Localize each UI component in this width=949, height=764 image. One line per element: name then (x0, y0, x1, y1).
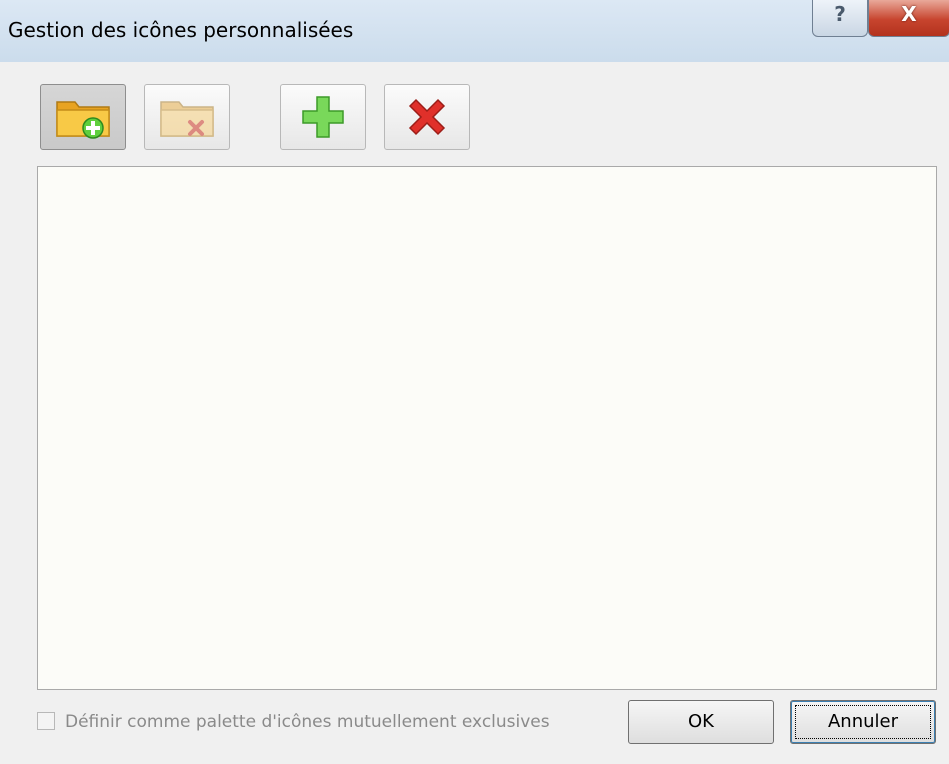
cancel-button-label: Annuler (827, 711, 898, 732)
dialog-body: Définir comme palette d'icônes mutuellem… (8, 62, 949, 764)
ok-button[interactable]: OK (628, 700, 774, 744)
red-x-icon (408, 98, 446, 136)
icon-list[interactable] (37, 166, 937, 690)
green-plus-icon (302, 96, 344, 138)
help-icon: ? (834, 2, 846, 26)
title-bar: Gestion des icônes personnalisées ? X (0, 0, 949, 62)
cancel-button[interactable]: Annuler (790, 700, 936, 744)
delete-folder-button[interactable] (144, 84, 230, 150)
folder-add-icon (56, 101, 110, 139)
exclusive-palette-label: Définir comme palette d'icônes mutuellem… (65, 712, 550, 732)
help-button[interactable]: ? (812, 0, 868, 37)
close-button[interactable]: X (868, 0, 949, 37)
folder-delete-icon (160, 101, 214, 137)
add-icon-button[interactable] (280, 84, 366, 150)
exclusive-palette-checkbox[interactable] (37, 712, 55, 730)
ok-button-label: OK (688, 711, 714, 732)
window-title: Gestion des icônes personnalisées (8, 18, 354, 42)
add-folder-button[interactable] (40, 84, 126, 150)
close-icon: X (901, 2, 917, 26)
delete-icon-button[interactable] (384, 84, 470, 150)
